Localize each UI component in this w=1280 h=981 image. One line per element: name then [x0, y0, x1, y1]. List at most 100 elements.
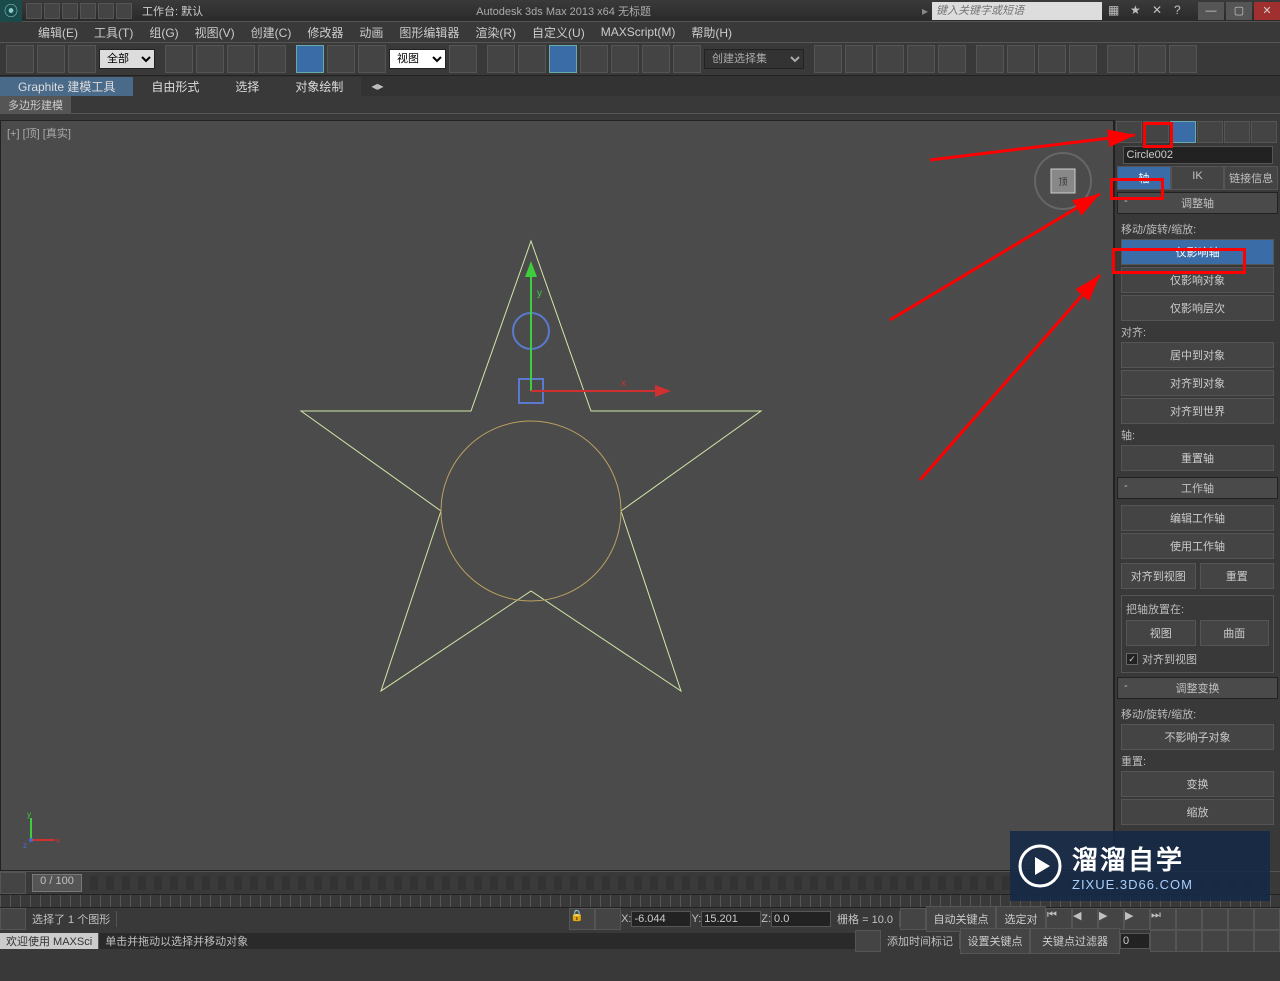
teapot3-icon[interactable]	[1169, 45, 1197, 73]
qat-link-icon[interactable]	[116, 3, 132, 19]
select-region-icon[interactable]	[227, 45, 255, 73]
schematic-icon[interactable]	[938, 45, 966, 73]
nav-region-icon[interactable]	[1254, 930, 1280, 952]
goto-end-icon[interactable]: ⏭	[1150, 908, 1176, 930]
time-slider[interactable]: 0 / 100	[32, 874, 82, 892]
hierarchy-tab-icon[interactable]	[1170, 121, 1196, 143]
spinner-snap-icon[interactable]	[642, 45, 670, 73]
material-editor-icon[interactable]	[976, 45, 1004, 73]
bind-spacewarp-icon[interactable]	[68, 45, 96, 73]
place-surface-button[interactable]: 曲面	[1200, 620, 1270, 646]
polygon-modeling-tab[interactable]: 多边形建模	[0, 96, 71, 114]
lock-selection-icon[interactable]: 🔒	[569, 908, 595, 930]
linkinfo-tab[interactable]: 链接信息	[1224, 166, 1278, 190]
x-coord-input[interactable]	[631, 911, 691, 927]
nav-fov-icon[interactable]	[1228, 908, 1254, 930]
qat-undo-icon[interactable]	[80, 3, 96, 19]
time-tag-icon[interactable]	[855, 930, 881, 952]
curve-editor-icon[interactable]	[907, 45, 935, 73]
menu-grapheditors[interactable]: 图形编辑器	[391, 24, 467, 41]
y-coord-input[interactable]	[701, 911, 761, 927]
edit-working-pivot-button[interactable]: 编辑工作轴	[1121, 505, 1274, 531]
menu-views[interactable]: 视图(V)	[187, 24, 243, 41]
exchange-icon[interactable]: ✕	[1152, 3, 1168, 19]
add-time-tag-label[interactable]: 添加时间标记	[881, 933, 960, 949]
affect-hierarchy-only-button[interactable]: 仅影响层次	[1121, 295, 1274, 321]
workspace-dropdown[interactable]: 工作台: 默认	[136, 3, 209, 19]
rollout-adjust-transform[interactable]: -调整变换	[1117, 677, 1278, 699]
menu-maxscript[interactable]: MAXScript(M)	[593, 25, 684, 39]
dont-affect-children-button[interactable]: 不影响子对象	[1121, 724, 1274, 750]
menu-help[interactable]: 帮助(H)	[683, 24, 740, 41]
render-frame-icon[interactable]	[1038, 45, 1066, 73]
refcoord-dropdown[interactable]: 视图	[389, 49, 446, 69]
edged-faces-icon[interactable]	[673, 45, 701, 73]
scene-star-object[interactable]: y x	[261, 211, 801, 811]
reset-wp-button[interactable]: 重置	[1200, 563, 1275, 589]
qat-save-icon[interactable]	[62, 3, 78, 19]
prev-frame-icon[interactable]: ◀	[1072, 908, 1098, 930]
favorites-icon[interactable]: ★	[1130, 3, 1146, 19]
window-crossing-icon[interactable]	[258, 45, 286, 73]
render-icon[interactable]	[1069, 45, 1097, 73]
ribbon-expand-icon[interactable]: ◂▸	[361, 79, 393, 93]
menu-rendering[interactable]: 渲染(R)	[467, 24, 524, 41]
utilities-tab-icon[interactable]	[1251, 121, 1277, 143]
qat-redo-icon[interactable]	[98, 3, 114, 19]
keyfilter-button[interactable]: 关键点过滤器	[1030, 928, 1120, 954]
unlink-icon[interactable]	[37, 45, 65, 73]
ik-tab[interactable]: IK	[1171, 166, 1225, 190]
align-icon[interactable]	[845, 45, 873, 73]
absolute-mode-icon[interactable]	[595, 908, 621, 930]
help-icon[interactable]: ?	[1174, 3, 1190, 19]
setkey-button[interactable]: 设置关键点	[960, 928, 1030, 954]
snap-icon[interactable]	[549, 45, 577, 73]
align-to-view-button[interactable]: 对齐到视图	[1121, 563, 1196, 589]
manipulate-icon[interactable]	[487, 45, 515, 73]
viewport-label[interactable]: [+] [顶] [真实]	[7, 125, 71, 141]
help-search-input[interactable]	[932, 2, 1102, 20]
select-by-name-icon[interactable]	[196, 45, 224, 73]
create-tab-icon[interactable]	[1116, 121, 1142, 143]
place-view-button[interactable]: 视图	[1126, 620, 1196, 646]
display-tab-icon[interactable]	[1224, 121, 1250, 143]
move-icon[interactable]	[296, 45, 324, 73]
menu-group[interactable]: 组(G)	[141, 24, 186, 41]
selection-filter-dropdown[interactable]: 全部	[99, 49, 155, 69]
qat-open-icon[interactable]	[44, 3, 60, 19]
maximize-button[interactable]: ▢	[1226, 2, 1252, 20]
reset-transform-button[interactable]: 变换	[1121, 771, 1274, 797]
motion-tab-icon[interactable]	[1197, 121, 1223, 143]
nav-walk-icon[interactable]	[1202, 930, 1228, 952]
nav-maximize-icon[interactable]	[1228, 930, 1254, 952]
reset-scale-button[interactable]: 缩放	[1121, 799, 1274, 825]
align-to-object-button[interactable]: 对齐到对象	[1121, 370, 1274, 396]
select-icon[interactable]	[165, 45, 193, 73]
pivot-tab[interactable]: 轴	[1117, 166, 1171, 190]
ribbon-tab-selection[interactable]: 选择	[217, 77, 277, 96]
z-coord-input[interactable]	[771, 911, 831, 927]
play-icon[interactable]: ▶	[1098, 908, 1124, 930]
keyboard-shortcut-icon[interactable]	[518, 45, 546, 73]
ribbon-tab-graphite[interactable]: Graphite 建模工具	[0, 77, 133, 96]
nav-orbit-icon[interactable]	[1176, 930, 1202, 952]
app-logo-icon[interactable]: ⦿	[0, 0, 22, 22]
render-setup-icon[interactable]	[1007, 45, 1035, 73]
center-to-object-button[interactable]: 居中到对象	[1121, 342, 1274, 368]
rollout-working-pivot[interactable]: -工作轴	[1117, 477, 1278, 499]
affect-object-only-button[interactable]: 仅影响对象	[1121, 267, 1274, 293]
named-selection-dropdown[interactable]: 创建选择集	[704, 49, 804, 69]
nav-zoom-icon[interactable]	[1202, 908, 1228, 930]
script-listener-icon[interactable]	[0, 908, 26, 930]
viewport[interactable]: [+] [顶] [真实] 顶 y x y x z	[0, 120, 1114, 871]
teapot1-icon[interactable]	[1107, 45, 1135, 73]
object-name-input[interactable]	[1123, 146, 1273, 164]
reset-pivot-button[interactable]: 重置轴	[1121, 445, 1274, 471]
goto-start-icon[interactable]: ⏮	[1046, 908, 1072, 930]
viewcube-icon[interactable]: 顶	[1033, 151, 1093, 211]
minimize-button[interactable]: —	[1198, 2, 1224, 20]
menu-tools[interactable]: 工具(T)	[86, 24, 141, 41]
isolate-icon[interactable]	[900, 908, 926, 930]
teapot2-icon[interactable]	[1138, 45, 1166, 73]
menu-customize[interactable]: 自定义(U)	[524, 24, 593, 41]
